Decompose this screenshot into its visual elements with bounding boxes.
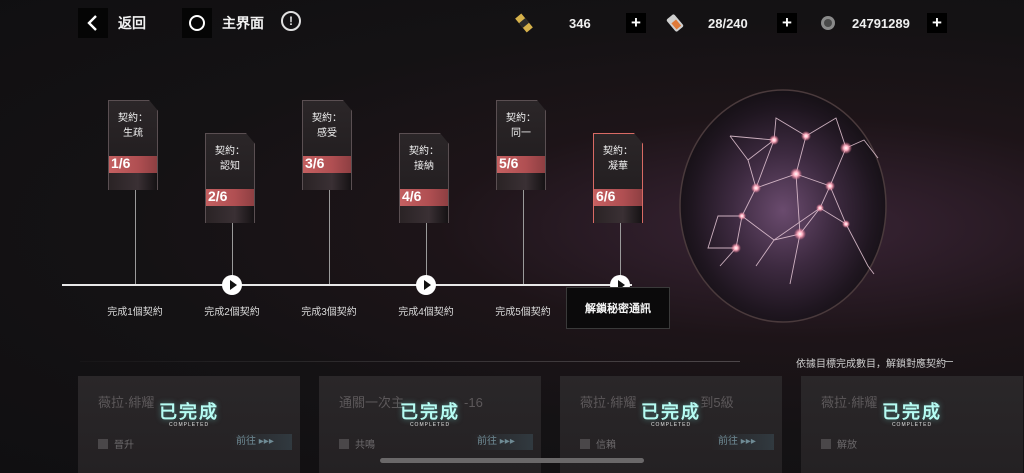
- progress-timeline: [62, 284, 632, 286]
- hint-text: 依據目標完成數目，解鎖對應契約: [796, 359, 946, 370]
- resource-battery: [663, 10, 687, 36]
- contract-card-4[interactable]: 契約： 接納 4/6: [399, 133, 449, 223]
- chevron-left-icon: [78, 8, 108, 38]
- back-label: 返回: [118, 15, 146, 31]
- go-button[interactable]: 前往 ▸▸▸: [471, 434, 533, 450]
- play-node-icon[interactable]: [222, 275, 242, 295]
- contract-card-6[interactable]: 契約： 凝華 6/6: [593, 133, 643, 223]
- ticket-icon: [512, 11, 536, 35]
- contract-progress: 1/6: [111, 155, 131, 171]
- contract-progress: 5/6: [499, 155, 519, 171]
- contract-progress: 6/6: [596, 188, 616, 204]
- connector-line: [232, 222, 233, 276]
- completed-label: 已完成: [882, 402, 942, 422]
- contract-name: 契約： 感受: [312, 113, 342, 139]
- top-bar: 返回 主界面 ! 346 + 28/240 + 24791289 +: [0, 0, 1024, 46]
- contract-progress: 4/6: [402, 188, 422, 204]
- connector-line: [135, 190, 136, 284]
- go-button[interactable]: 前往 ▸▸▸: [230, 434, 292, 450]
- completed-sub-label: COMPLETED: [891, 422, 933, 428]
- battery-icon: [663, 11, 687, 35]
- completed-label: 已完成: [159, 402, 219, 422]
- connector-line: [523, 190, 524, 284]
- step-label-1: 完成1個契約: [107, 307, 163, 318]
- contract-card-3[interactable]: 契約： 感受 3/6: [302, 100, 352, 190]
- connector-line: [426, 222, 427, 276]
- step-label-4: 完成4個契約: [398, 307, 454, 318]
- connector-line: [329, 190, 330, 284]
- step-label-3: 完成3個契約: [301, 307, 357, 318]
- info-icon[interactable]: !: [281, 11, 301, 31]
- resource-coin: [816, 10, 840, 36]
- add-ticket-button[interactable]: +: [626, 13, 646, 33]
- completed-sub-label: COMPLETED: [168, 422, 210, 428]
- contract-name: 契約： 認知: [215, 146, 245, 172]
- horizontal-scrollbar[interactable]: [380, 458, 644, 463]
- completed-sub-label: COMPLETED: [409, 422, 451, 428]
- contract-card-1[interactable]: 契約： 生疏 1/6: [108, 100, 158, 190]
- category-icon: [580, 438, 590, 449]
- task-category: 共鳴: [355, 440, 375, 451]
- coin-icon: [816, 11, 840, 35]
- home-circle-icon: [182, 8, 212, 38]
- completed-label: 已完成: [400, 402, 460, 422]
- play-node-icon[interactable]: [416, 275, 436, 295]
- go-button[interactable]: 前往 ▸▸▸: [712, 434, 774, 450]
- contract-progress: 3/6: [305, 155, 325, 171]
- step-label-5: 完成5個契約: [495, 307, 551, 318]
- home-label: 主界面: [222, 15, 264, 31]
- category-icon: [98, 438, 108, 449]
- task-card-4[interactable]: 薇拉·緋耀 已完成 COMPLETED 解放: [801, 376, 1023, 473]
- contract-name: 契約： 接納: [409, 146, 439, 172]
- contract-card-5[interactable]: 契約： 同一 5/6: [496, 100, 546, 190]
- completed-label: 已完成: [641, 402, 701, 422]
- step-label-2: 完成2個契約: [204, 307, 260, 318]
- task-category: 晉升: [114, 440, 134, 451]
- resource-ticket-value: 346: [569, 16, 591, 31]
- contract-name: 契約： 同一: [506, 113, 536, 139]
- add-coin-button[interactable]: +: [927, 13, 947, 33]
- task-category: 信賴: [596, 440, 616, 451]
- contract-name: 契約： 生疏: [118, 113, 148, 139]
- contract-card-2[interactable]: 契約： 認知 2/6: [205, 133, 255, 223]
- resource-coin-value: 24791289: [852, 16, 910, 31]
- unlock-secret-message-button[interactable]: 解鎖秘密通訊: [566, 287, 670, 329]
- resource-battery-value: 28/240: [708, 16, 748, 31]
- connector-line: [620, 222, 621, 276]
- add-battery-button[interactable]: +: [777, 13, 797, 33]
- category-icon: [821, 438, 831, 449]
- constellation-orb: [679, 89, 887, 323]
- home-button[interactable]: 主界面: [182, 8, 264, 38]
- back-button[interactable]: 返回: [78, 8, 146, 38]
- category-icon: [339, 438, 349, 449]
- contract-name: 契約： 凝華: [603, 146, 633, 172]
- resource-ticket: [512, 10, 536, 36]
- completed-sub-label: COMPLETED: [650, 422, 692, 428]
- task-category: 解放: [837, 440, 857, 451]
- contract-progress: 2/6: [208, 188, 228, 204]
- task-card-1[interactable]: 薇拉·緋耀 已完成 COMPLETED 晉升 前往 ▸▸▸: [78, 376, 300, 473]
